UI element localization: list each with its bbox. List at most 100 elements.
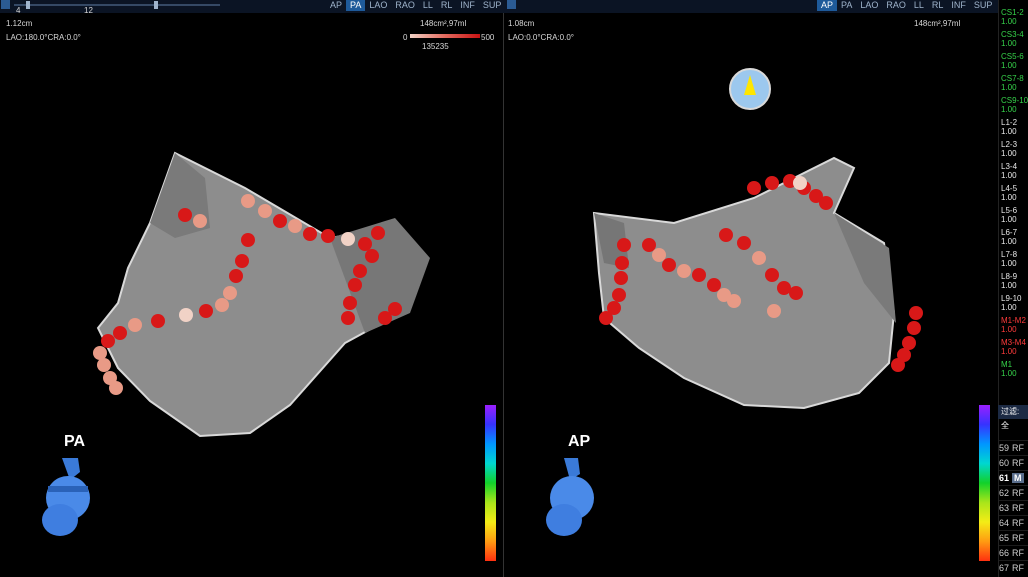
channel-value: 1.00 [1001, 347, 1017, 356]
point-list-row[interactable]: 59 RF [999, 440, 1028, 456]
ablation-point [241, 194, 255, 208]
right-tab-inf[interactable]: INF [947, 0, 970, 11]
point-number: 63 [999, 503, 1010, 513]
channel-name: L9-10 [1001, 294, 1022, 303]
range-slider[interactable] [0, 0, 230, 13]
channel-item[interactable]: CS7-8 1.00 [1001, 74, 1024, 92]
point-list-row[interactable]: 61 M [999, 470, 1028, 486]
right-tab-rl[interactable]: RL [928, 0, 948, 11]
left-tab-pa[interactable]: PA [346, 0, 366, 11]
channel-item[interactable]: L9-10 1.00 [1001, 294, 1021, 312]
slider-handle-left[interactable] [26, 1, 30, 9]
ablation-point [113, 326, 127, 340]
channel-item[interactable]: M3-M4 1.00 [1001, 338, 1026, 356]
right-tab-lao[interactable]: LAO [856, 0, 882, 11]
right-tab-pa[interactable]: PA [837, 0, 856, 11]
right-tab-ap[interactable]: AP [817, 0, 838, 11]
right-tab-rao[interactable]: RAO [882, 0, 910, 11]
ablation-point [353, 264, 367, 278]
channel-item[interactable]: L3-4 1.00 [1001, 162, 1017, 180]
channel-value: 1.00 [1001, 369, 1017, 378]
channel-name: L3-4 [1001, 162, 1018, 171]
point-list-row[interactable]: 67 RF [999, 560, 1028, 576]
ablation-point [642, 238, 656, 252]
left-color-scale [485, 405, 496, 561]
left-tab-ap[interactable]: AP [326, 0, 346, 11]
point-list-row[interactable]: 66 RF [999, 545, 1028, 561]
channel-name: M1 [1001, 360, 1013, 369]
channel-name: L1-2 [1001, 118, 1018, 127]
ablation-point [128, 318, 142, 332]
channel-item[interactable]: M1-M2 1.00 [1001, 316, 1026, 334]
view-menu-icon[interactable] [507, 0, 516, 9]
ablation-point [151, 314, 165, 328]
point-number: 61 [999, 473, 1010, 483]
channel-value: 1.00 [1001, 303, 1017, 312]
point-type: RF [1012, 488, 1025, 498]
point-list-row[interactable]: 62 RF [999, 485, 1028, 501]
right-viewport[interactable]: 1.08cm LAO:0.0°CRA:0.0° 148cm²,97ml AP [504, 13, 998, 577]
ablation-point [767, 304, 781, 318]
left-tab-rl[interactable]: RL [437, 0, 457, 11]
channel-item[interactable]: M1 1.00 [1001, 360, 1017, 378]
channel-item[interactable]: L5-6 1.00 [1001, 206, 1017, 224]
slider-handle-right[interactable] [154, 1, 158, 9]
channel-item[interactable]: L1-2 1.00 [1001, 118, 1017, 136]
ablation-point [615, 256, 629, 270]
channel-name: CS9-10 [1001, 96, 1028, 105]
channel-name: L7-8 [1001, 250, 1018, 259]
left-viewport[interactable]: 1.12cm LAO:180.0°CRA:0.0° 148cm²,97ml 0 … [0, 13, 503, 577]
ablation-point [341, 311, 355, 325]
right-tab-sup[interactable]: SUP [970, 0, 997, 11]
ablation-point [737, 236, 751, 250]
left-tab-ll[interactable]: LL [419, 0, 437, 11]
ablation-point [215, 298, 229, 312]
ablation-point [891, 358, 905, 372]
point-type: M [1012, 473, 1024, 483]
ablation-point [97, 358, 111, 372]
point-type: RF [1012, 503, 1025, 513]
ablation-point [612, 288, 626, 302]
ablation-point [907, 321, 921, 335]
channel-name: L6-7 [1001, 228, 1018, 237]
channel-name: CS7-8 [1001, 74, 1024, 83]
ablation-point [752, 251, 766, 265]
channel-item[interactable]: CS1-2 1.00 [1001, 8, 1024, 26]
left-tab-rao[interactable]: RAO [391, 0, 419, 11]
channel-item[interactable]: CS9-10 1.00 [1001, 96, 1028, 114]
channel-value: 1.00 [1001, 215, 1017, 224]
channel-value: 1.00 [1001, 105, 1017, 114]
filter-label[interactable]: 过滤: 全 [998, 405, 1028, 430]
channel-item[interactable]: CS5-6 1.00 [1001, 52, 1024, 70]
left-tab-sup[interactable]: SUP [479, 0, 506, 11]
channel-item[interactable]: CS3-4 1.00 [1001, 30, 1024, 48]
ablation-point [358, 237, 372, 251]
channel-value: 1.00 [1001, 149, 1017, 158]
left-tab-inf[interactable]: INF [456, 0, 479, 11]
ablation-point [109, 381, 123, 395]
channel-value: 1.00 [1001, 127, 1017, 136]
point-list-row[interactable]: 60 RF [999, 455, 1028, 471]
point-number: 66 [999, 548, 1010, 558]
channel-item[interactable]: L2-3 1.00 [1001, 140, 1017, 158]
channel-value: 1.00 [1001, 17, 1017, 26]
point-number: 60 [999, 458, 1010, 468]
ablation-point [241, 233, 255, 247]
point-list-row[interactable]: 65 RF [999, 530, 1028, 546]
point-list-row[interactable]: 64 RF [999, 515, 1028, 531]
channel-item[interactable]: L4-5 1.00 [1001, 184, 1017, 202]
top-toolbar: 4 12 AP PA LAO RAO LL RL INF SUP AP PA LAO RAO LL RL… [0, 0, 1028, 15]
ablation-point [614, 271, 628, 285]
channel-value: 1.00 [1001, 83, 1017, 92]
ablation-point [719, 228, 733, 242]
right-tab-ll[interactable]: LL [910, 0, 928, 11]
channel-item[interactable]: L8-9 1.00 [1001, 272, 1017, 290]
point-type: RF [1012, 458, 1025, 468]
channel-item[interactable]: L7-8 1.00 [1001, 250, 1017, 268]
ablation-point [365, 249, 379, 263]
point-list-row[interactable]: 63 RF [999, 500, 1028, 516]
point-number: 67 [999, 563, 1010, 573]
ablation-point [793, 176, 807, 190]
left-tab-lao[interactable]: LAO [365, 0, 391, 11]
channel-item[interactable]: L6-7 1.00 [1001, 228, 1017, 246]
